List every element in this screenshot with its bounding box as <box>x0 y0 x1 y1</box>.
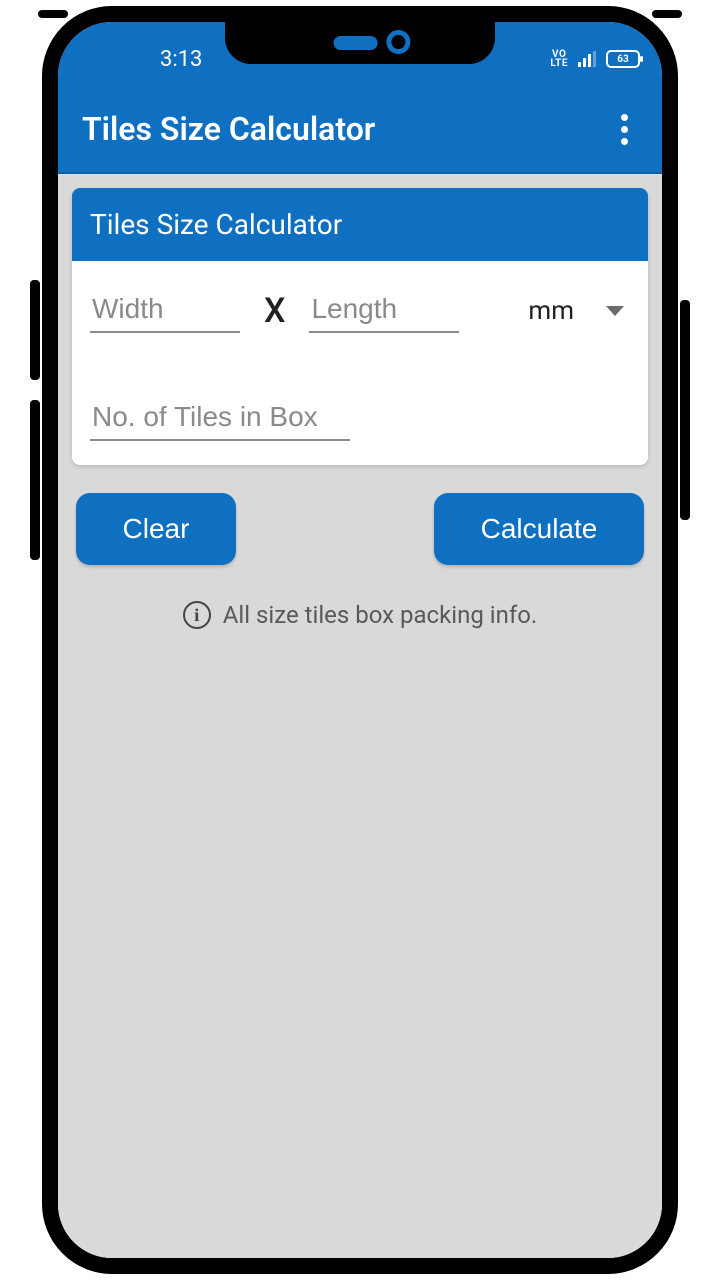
battery-icon: 63 <box>606 50 640 68</box>
unit-value: mm <box>528 296 574 326</box>
calculator-card: Tiles Size Calculator X mm <box>72 188 648 465</box>
app-bar: Tiles Size Calculator <box>58 86 662 174</box>
buttons-row: Clear Calculate <box>76 493 644 565</box>
signal-icon <box>578 51 596 67</box>
status-time: 3:13 <box>160 47 202 72</box>
volte-icon: VOLTE <box>550 50 568 68</box>
content-area: Tiles Size Calculator X mm <box>58 174 662 1258</box>
phone-frame: 3:13 VOLTE 63 Tiles Size Calculator Tile… <box>42 6 678 1274</box>
card-title: Tiles Size Calculator <box>72 188 648 261</box>
chevron-down-icon <box>606 306 624 316</box>
notch <box>225 6 495 64</box>
volume-up-button-frame <box>30 280 40 380</box>
overflow-menu-icon[interactable] <box>611 104 638 155</box>
power-button-frame <box>680 300 690 520</box>
frame-tick-left <box>38 10 68 18</box>
info-row[interactable]: i All size tiles box packing info. <box>72 601 648 629</box>
tiles-in-box-input[interactable] <box>90 397 350 441</box>
unit-select[interactable]: mm <box>528 296 630 326</box>
length-input[interactable] <box>309 289 459 333</box>
info-text: All size tiles box packing info. <box>223 601 538 629</box>
tiles-row <box>90 397 630 441</box>
dimensions-row: X mm <box>90 289 630 333</box>
frame-tick-right <box>652 10 682 18</box>
app-title: Tiles Size Calculator <box>82 110 375 148</box>
calculate-button[interactable]: Calculate <box>434 493 644 565</box>
volume-down-button-frame <box>30 400 40 560</box>
status-right: VOLTE 63 <box>550 50 640 68</box>
info-icon: i <box>183 601 211 629</box>
front-camera-icon <box>386 30 410 54</box>
speaker-icon <box>334 36 378 50</box>
dimension-separator: X <box>258 291 291 331</box>
card-body: X mm <box>72 261 648 465</box>
screen: 3:13 VOLTE 63 Tiles Size Calculator Tile… <box>58 22 662 1258</box>
width-input[interactable] <box>90 289 240 333</box>
clear-button[interactable]: Clear <box>76 493 236 565</box>
